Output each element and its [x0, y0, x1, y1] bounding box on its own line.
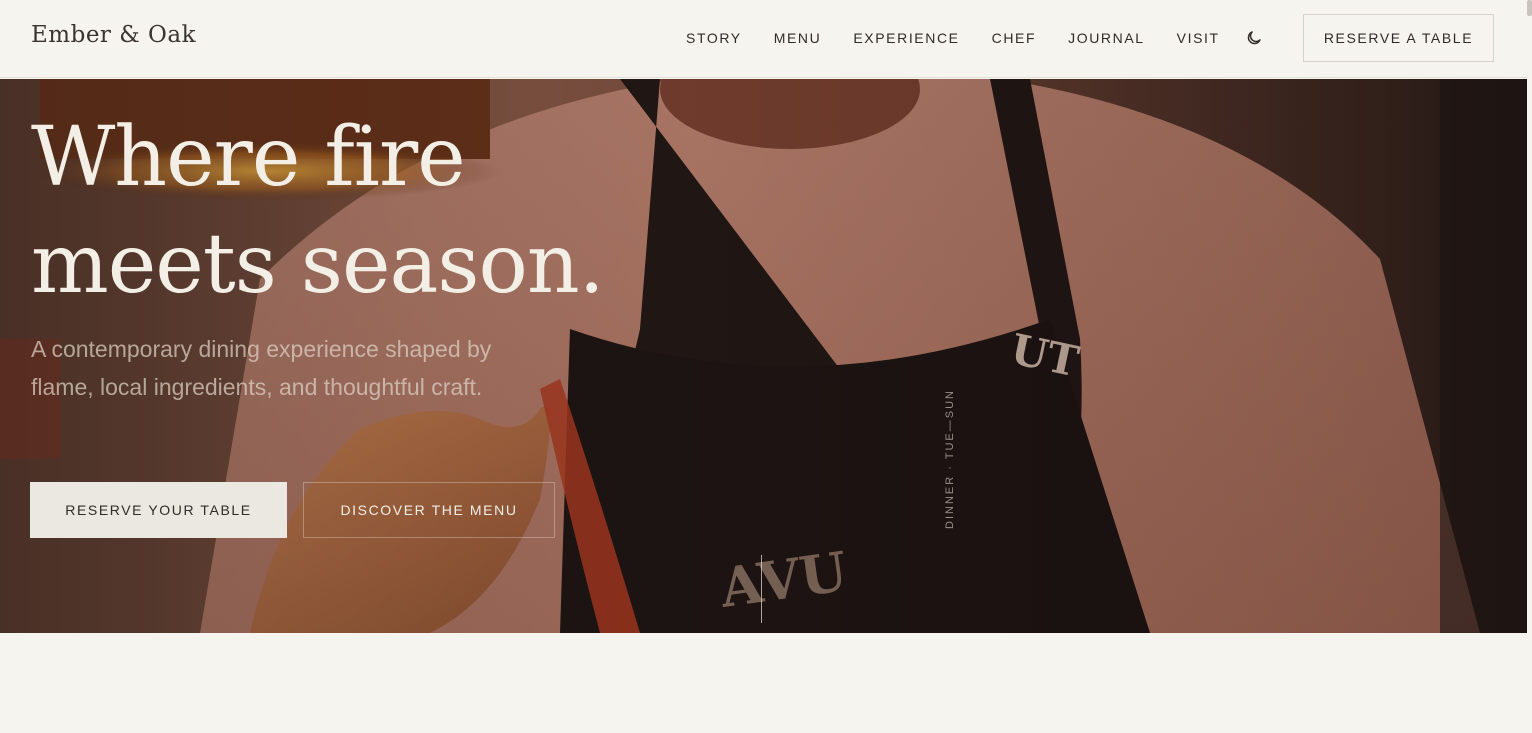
nav-item-menu[interactable]: MENU: [774, 30, 822, 46]
site-header: Ember & Oak STORY MENU EXPERIENCE CHEF J…: [0, 0, 1532, 78]
scroll-indicator: [761, 555, 762, 623]
hero-subtitle: A contemporary dining experience shaped …: [31, 336, 492, 400]
dinner-hours-label: DINNER · TUE—SUN: [940, 387, 960, 532]
main-nav: STORY MENU EXPERIENCE CHEF JOURNAL VISIT: [686, 30, 1220, 46]
hero-headline-line2: meets season.: [31, 217, 605, 312]
brand-logo[interactable]: Ember & Oak: [31, 22, 196, 48]
hero-section: UT AVU Where fire meets season. A contem…: [0, 79, 1527, 633]
reserve-your-table-button[interactable]: RESERVE YOUR TABLE: [30, 482, 287, 538]
nav-item-experience[interactable]: EXPERIENCE: [853, 30, 959, 46]
nav-item-journal[interactable]: JOURNAL: [1068, 30, 1145, 46]
discover-menu-button[interactable]: DISCOVER THE MENU: [303, 482, 555, 538]
scrollbar-track[interactable]: [1527, 0, 1532, 733]
nav-item-visit[interactable]: VISIT: [1177, 30, 1220, 46]
dinner-hours-text: DINNER · TUE—SUN: [944, 389, 956, 529]
reserve-table-button[interactable]: RESERVE A TABLE: [1303, 14, 1494, 62]
nav-item-chef[interactable]: CHEF: [992, 30, 1037, 46]
hero-headline-line1: Where fire: [31, 110, 466, 205]
hero-headline: Where fire meets season.: [31, 104, 631, 318]
moon-icon[interactable]: [1245, 29, 1263, 47]
scrollbar-thumb[interactable]: [1527, 0, 1532, 16]
nav-item-story[interactable]: STORY: [686, 30, 742, 46]
